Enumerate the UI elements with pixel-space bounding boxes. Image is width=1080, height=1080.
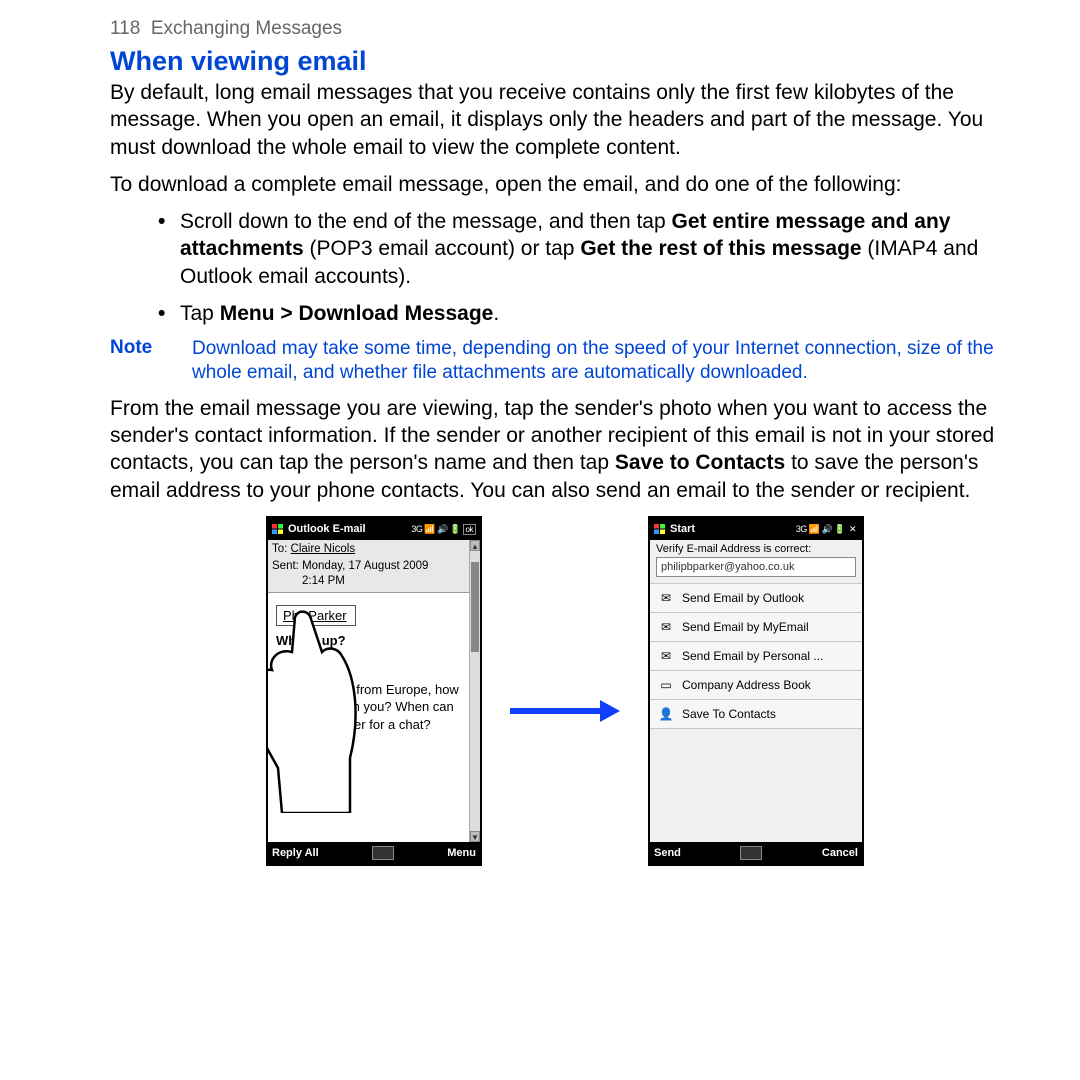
recipient-link[interactable]: Claire Nicols <box>291 543 356 555</box>
bullet-item: Scroll down to the end of the message, a… <box>150 208 1020 290</box>
bullet-item: Tap Menu > Download Message. <box>150 300 1020 327</box>
bullet-list: Scroll down to the end of the message, a… <box>150 208 1020 327</box>
verify-label: Verify E-mail Address is correct: <box>650 540 862 557</box>
option-send-myemail[interactable]: ✉ Send Email by MyEmail <box>650 612 862 641</box>
phone-screenshot-left: Outlook E-mail 3G 📶 🔊 🔋 ok To: Claire Ni… <box>266 516 482 866</box>
send-button[interactable]: Send <box>654 847 681 859</box>
option-send-personal[interactable]: ✉ Send Email by Personal ... <box>650 641 862 670</box>
cancel-button[interactable]: Cancel <box>822 847 858 859</box>
ok-button[interactable]: ok <box>463 524 476 535</box>
section-heading: When viewing email <box>110 46 1020 77</box>
keyboard-icon[interactable] <box>740 846 762 860</box>
sender-name-link[interactable]: Phil Parker <box>276 605 356 626</box>
close-button[interactable]: ✕ <box>847 524 858 535</box>
email-field[interactable]: philipbparker@yahoo.co.uk <box>656 557 856 577</box>
scroll-down-arrow[interactable]: ▼ <box>470 831 480 842</box>
chapter-name: Exchanging Messages <box>151 18 342 39</box>
note-body: Download may take some time, depending o… <box>192 337 1020 385</box>
status-icons: 3G 📶 🔊 🔋 <box>411 524 460 535</box>
status-icons: 3G 📶 🔊 🔋 <box>796 524 845 535</box>
paragraph: From the email message you are viewing, … <box>110 395 1020 504</box>
address-book-icon: ▭ <box>658 678 674 692</box>
keyboard-icon[interactable] <box>372 846 394 860</box>
running-header: 118 Exchanging Messages <box>110 18 1020 40</box>
scroll-up-arrow[interactable]: ▲ <box>470 540 480 551</box>
mail-body: What's up? Hi Claire, Just got back from… <box>268 632 480 734</box>
phone-titlebar: Start 3G 📶 🔊 🔋 ✕ <box>650 518 862 540</box>
phone-content: To: Claire Nicols Sent: Monday, 17 Augus… <box>268 540 480 842</box>
menu-button[interactable]: Menu <box>447 847 476 859</box>
document-page: 118 Exchanging Messages When viewing ema… <box>0 0 1080 866</box>
screenshots-row: Outlook E-mail 3G 📶 🔊 🔋 ok To: Claire Ni… <box>110 516 1020 866</box>
windows-flag-icon <box>272 524 284 535</box>
phone-screenshot-right: Start 3G 📶 🔊 🔋 ✕ Verify E-mail Address i… <box>648 516 864 866</box>
phone-title: Outlook E-mail <box>288 523 366 535</box>
option-save-to-contacts[interactable]: 👤 Save To Contacts <box>650 699 862 729</box>
phone-content: Verify E-mail Address is correct: philip… <box>650 540 862 842</box>
sender-block: Phil Parker <box>276 605 480 626</box>
option-company-address-book[interactable]: ▭ Company Address Book <box>650 670 862 699</box>
phone-bottombar: Send Cancel <box>650 842 862 864</box>
phone-bottombar: Reply All Menu <box>268 842 480 864</box>
mail-header: To: Claire Nicols Sent: Monday, 17 Augus… <box>268 540 480 593</box>
envelope-icon: ✉ <box>658 591 674 605</box>
envelope-icon: ✉ <box>658 620 674 634</box>
flow-arrow-icon <box>510 705 620 717</box>
page-number: 118 <box>110 18 140 39</box>
phone-titlebar: Outlook E-mail 3G 📶 🔊 🔋 ok <box>268 518 480 540</box>
reply-all-button[interactable]: Reply All <box>272 847 319 859</box>
scroll-thumb[interactable] <box>471 562 479 652</box>
envelope-icon: ✉ <box>658 649 674 663</box>
contact-icon: 👤 <box>658 707 674 721</box>
note: Note Download may take some time, depend… <box>110 337 1020 385</box>
option-send-outlook[interactable]: ✉ Send Email by Outlook <box>650 583 862 612</box>
paragraph: To download a complete email message, op… <box>110 171 1020 198</box>
scrollbar[interactable]: ▲ ▼ <box>469 540 480 842</box>
note-label: Note <box>110 337 192 385</box>
windows-flag-icon <box>654 524 666 535</box>
paragraph: By default, long email messages that you… <box>110 79 1020 161</box>
phone-title: Start <box>670 523 695 535</box>
